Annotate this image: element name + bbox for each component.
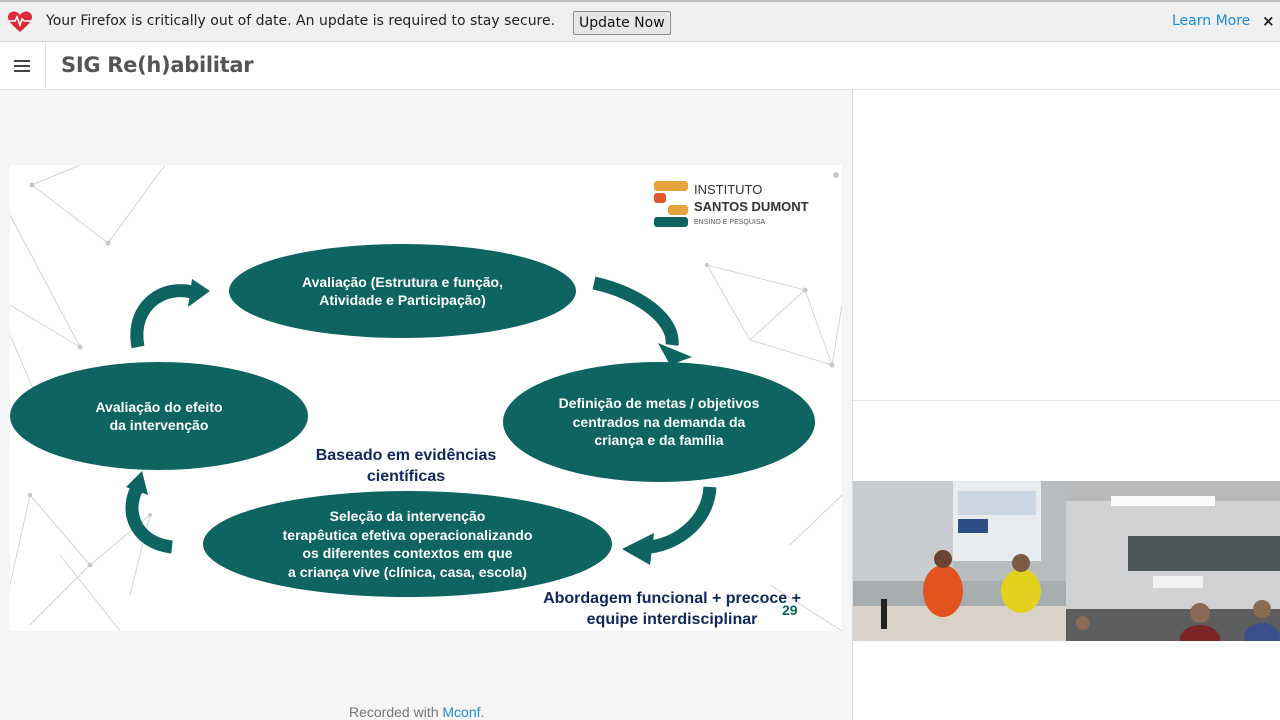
webcam-video[interactable] [853,481,1280,641]
recording-credit: Recorded with Mconf. [349,704,484,720]
ellipse-assessment: Avaliação (Estrutura e função, Atividade… [229,244,576,338]
evidence-based-text: Baseado em evidências científicas [315,447,497,485]
functional-approach-text: Abordagem funcional + precoce + equipe i… [543,590,801,628]
slide-page-number: 29 [782,602,798,618]
webcam-scene [853,481,1280,641]
ellipse-goal-definition: Definição de metas / objetivos centrados… [503,362,815,482]
recording-credit-suffix: . [480,704,485,720]
notification-message: Your Firefox is critically out of date. … [46,13,556,29]
ellipse-intervention-selection: Seleção da intervenção terapêutica efeti… [203,491,612,597]
update-now-button[interactable]: Update Now [573,11,671,35]
mconf-link[interactable]: Mconf [442,704,480,720]
page-title: SIG Re(h)abilitar [61,53,254,77]
heart-pulse-icon [8,11,32,32]
update-notification-bar: Your Firefox is critically out of date. … [0,0,1280,42]
close-icon[interactable]: × [1262,12,1275,30]
recording-credit-prefix: Recorded with [349,704,443,720]
side-pane-separator [853,400,1280,401]
hamburger-menu-icon[interactable] [0,42,46,90]
app-header: SIG Re(h)abilitar [0,42,1280,90]
presentation-slide: INSTITUTO SANTOS DUMONT ENSINO E PESQUIS… [10,165,842,631]
ellipse-effect-assessment: Avaliação do efeito da intervenção [10,362,308,470]
learn-more-link[interactable]: Learn More [1172,13,1250,29]
